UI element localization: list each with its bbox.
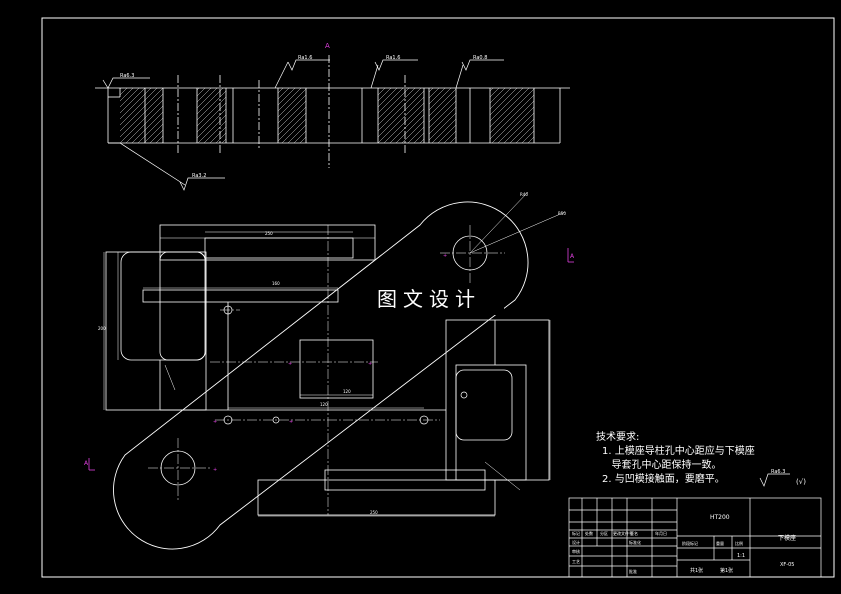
roughness-label-top-right: Ra0.8 <box>473 55 487 61</box>
dim-left-height: 200 <box>98 326 106 331</box>
plan-view <box>105 201 550 550</box>
svg-text:+: + <box>368 361 372 367</box>
title-part-name: 下模座 <box>778 534 796 542</box>
tb-label-review: 审核 <box>572 548 580 554</box>
section-arrows <box>88 248 574 471</box>
tb-label-mark: 标记 <box>572 530 580 536</box>
svg-text:+: + <box>213 467 217 473</box>
tech-item-3: 2. 与凹模接触面，要磨平。 <box>602 474 725 485</box>
section-label-a-left: A <box>84 460 89 467</box>
dim-radius-top: R50 <box>558 211 566 216</box>
title-drawing-no: XF-05 <box>780 562 794 568</box>
roughness-general-label: Ra6.3 <box>771 469 785 475</box>
tb-label-count: 处数 <box>585 530 593 536</box>
title-material: HT200 <box>710 514 730 521</box>
roughness-label-bottom-left: Ra3.2 <box>192 173 206 179</box>
tb-label-stage-mark: 阶段标记 <box>682 540 698 546</box>
dim-top-width: 250 <box>265 231 273 236</box>
tb-label-signature: 签名 <box>630 530 638 536</box>
svg-text:+: + <box>213 419 217 425</box>
technical-requirements: 技术要求: 1. 上模座导柱孔中心距应与下模座 导套孔中心距保持一致。 2. 与… <box>596 430 755 486</box>
title-sheet2: 第1张 <box>720 567 733 574</box>
svg-text:+: + <box>289 419 293 425</box>
dim-radius-label: R40 <box>520 192 528 197</box>
small-holes <box>223 305 468 425</box>
tb-label-date: 年月日 <box>655 530 667 536</box>
section-hatching <box>120 88 534 143</box>
tb-label-standardize: 标准化 <box>629 539 641 545</box>
title-sheet: 共1张 <box>690 567 703 574</box>
tb-label-design: 设计 <box>572 539 580 545</box>
tb-label-weight: 重量 <box>716 540 724 546</box>
section-label-a-right: A <box>570 253 575 260</box>
tech-item-2: 导套孔中心距保持一致。 <box>602 460 722 471</box>
roughness-general-symbol <box>759 473 790 487</box>
dim-bottom-width: 250 <box>370 510 378 515</box>
tb-label-approve: 批准 <box>629 568 637 574</box>
dim-mid-width: 160 <box>272 281 280 286</box>
svg-text:+: + <box>443 253 447 259</box>
svg-text:+: + <box>288 361 292 367</box>
tb-label-process: 工艺 <box>572 559 580 564</box>
roughness-label-top-left: Ra6.3 <box>120 73 134 79</box>
title-scale: 1:1 <box>737 553 745 559</box>
roughness-label-mid2: Ra1.6 <box>386 55 400 61</box>
dimension-lines <box>103 191 566 517</box>
section-view-top <box>95 55 570 168</box>
tb-label-ratio: 比例 <box>735 540 743 546</box>
tech-title: 技术要求: <box>596 432 640 443</box>
center-lines <box>148 225 505 515</box>
tech-item-1: 1. 上模座导柱孔中心距应与下模座 <box>602 446 755 457</box>
dim-inner-width: 120 <box>343 389 351 394</box>
roughness-general-suffix: (√) <box>796 478 806 486</box>
watermark-text: 图文设计 <box>354 283 504 315</box>
roughness-label-mid1: Ra1.6 <box>298 55 312 61</box>
dim-hole-spacing: 120 <box>320 402 328 407</box>
section-label-a-top: A <box>325 42 330 50</box>
tb-label-zone: 分区 <box>600 530 608 536</box>
